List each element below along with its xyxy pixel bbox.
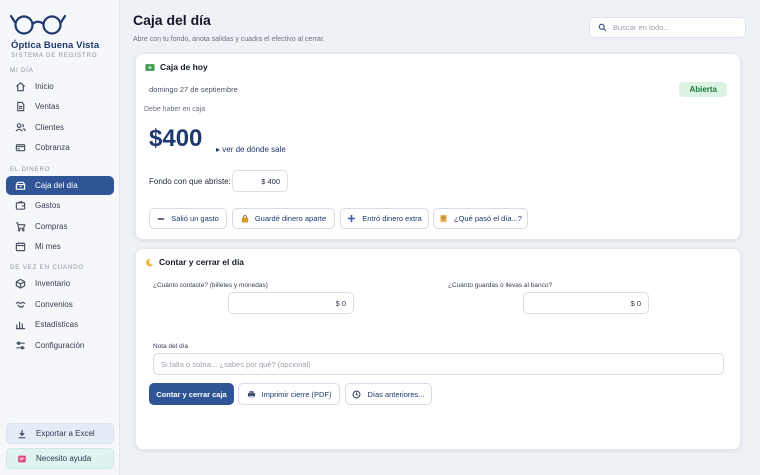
card-icon [14, 142, 26, 154]
search-icon [598, 23, 607, 32]
sidebar-item-configuracion[interactable]: Configuración [6, 336, 114, 355]
receipt-icon [14, 101, 26, 113]
search-input[interactable]: Buscar en todo... [589, 17, 746, 38]
sidebar-item-mi-mes[interactable]: Mi mes [6, 237, 114, 256]
what-happened-button[interactable]: ¿Qué pasó el día...? [433, 208, 528, 229]
expected-amount: $400 [149, 125, 203, 152]
print-close-button[interactable]: Imprimir cierre (PDF) [238, 383, 340, 405]
opening-fund-label: Fondo con que abriste: [149, 177, 231, 186]
sidebar-item-inventario[interactable]: Inventario [6, 274, 114, 293]
scroll-icon [439, 214, 448, 223]
handshake-icon [14, 299, 26, 311]
counted-field[interactable]: $ 0 [228, 292, 354, 314]
today-cash-card: Caja de hoy domingo 27 de septiembre Abi… [135, 53, 741, 240]
cart-icon [14, 221, 26, 233]
expense-button[interactable]: Salió un gasto [149, 208, 227, 229]
bar-chart-icon [14, 319, 26, 331]
search-placeholder: Buscar en todo... [613, 23, 670, 32]
moon-icon [145, 258, 154, 267]
sidebar-item-compras[interactable]: Compras [6, 217, 114, 236]
see-source-link[interactable]: ▸ ver de dónde sale [216, 145, 286, 154]
sidebar: Óptica Buena Vista SISTEMA DE REGISTRO M… [0, 0, 120, 475]
history-icon [352, 390, 361, 399]
status-badge: Abierta [679, 82, 727, 97]
export-excel-button[interactable]: Exportar a Excel [6, 423, 114, 444]
plus-icon [347, 214, 356, 223]
today-date: domingo 27 de septiembre [149, 85, 238, 94]
close-day-card: Contar y cerrar el día ¿Cuánto contaste?… [135, 248, 741, 450]
sidebar-item-caja-del-dia[interactable]: Caja del día [6, 176, 114, 195]
minus-icon [157, 215, 165, 223]
download-icon [16, 429, 28, 439]
brand-name: Óptica Buena Vista [11, 40, 100, 51]
lock-icon [241, 214, 249, 223]
money-icon [145, 63, 155, 72]
section-el-dinero: EL DINERO [10, 166, 51, 173]
page-subtitle: Abre con tu fondo, anota salidas y cuadr… [133, 36, 325, 43]
sidebar-item-convenios[interactable]: Convenios [6, 295, 114, 314]
close-cash-button[interactable]: Contar y cerrar caja [149, 383, 234, 405]
users-icon [14, 122, 26, 134]
home-icon [14, 81, 26, 93]
help-icon [16, 454, 28, 464]
today-card-title: Caja de hoy [145, 62, 208, 72]
sidebar-item-estadisticas[interactable]: Estadísticas [6, 315, 114, 334]
note-field[interactable]: Si falta o sobra... ¿sabes por qué? (opc… [153, 353, 724, 375]
previous-days-button[interactable]: Días anteriores... [345, 383, 432, 405]
brand-subtitle: SISTEMA DE REGISTRO [11, 52, 98, 59]
printer-icon [247, 390, 256, 399]
note-label: Nota del día [153, 343, 189, 350]
bank-label: ¿Cuánto guardas o llevas al banco? [448, 282, 553, 289]
must-have-label: Debe haber en caja [144, 106, 206, 113]
calendar-icon [14, 241, 26, 253]
close-card-title: Contar y cerrar el día [145, 257, 244, 267]
box-icon [14, 278, 26, 290]
wallet-icon [14, 200, 26, 212]
cash-box-icon [14, 180, 26, 192]
sidebar-item-cobranza[interactable]: Cobranza [6, 138, 114, 157]
bank-field[interactable]: $ 0 [523, 292, 649, 314]
sidebar-item-gastos[interactable]: Gastos [6, 196, 114, 215]
sidebar-item-ventas[interactable]: Ventas [6, 97, 114, 116]
section-mi-dia: MI DÍA [10, 67, 34, 74]
counted-label: ¿Cuánto contaste? (billetes y monedas) [153, 282, 268, 289]
sidebar-item-clientes[interactable]: Clientes [6, 118, 114, 137]
help-button[interactable]: Necesito ayuda [6, 448, 114, 469]
save-aside-button[interactable]: Guardé dinero aparte [232, 208, 335, 229]
section-de-vez-en-cuando: DE VEZ EN CUANDO [10, 264, 84, 271]
opening-fund-field[interactable]: $ 400 [232, 170, 288, 192]
extra-money-button[interactable]: Entró dinero extra [340, 208, 429, 229]
sidebar-item-inicio[interactable]: Inicio [6, 77, 114, 96]
glasses-logo-icon [10, 14, 66, 35]
sliders-icon [14, 340, 26, 352]
page-title: Caja del día [133, 12, 211, 28]
